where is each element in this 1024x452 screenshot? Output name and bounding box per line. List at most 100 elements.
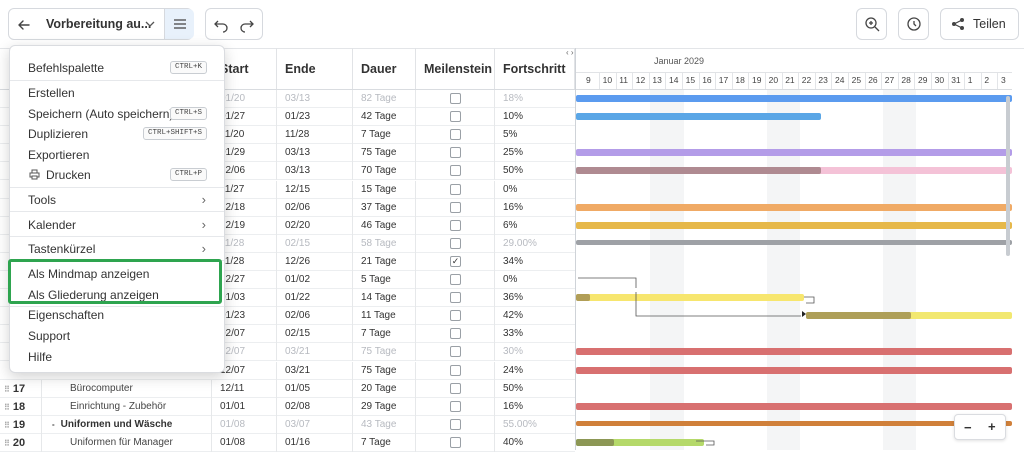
progress-cell[interactable]: 40%: [495, 434, 575, 452]
task-name-cell[interactable]: Bürocomputer: [42, 380, 212, 398]
progress-cell[interactable]: 6%: [495, 217, 575, 235]
duration-cell[interactable]: 75 Tage: [353, 362, 416, 380]
chevron-down-icon[interactable]: [143, 17, 157, 31]
start-cell[interactable]: 12/11: [212, 380, 277, 398]
menu-item-properties[interactable]: Eigenschaften: [28, 308, 104, 322]
end-cell[interactable]: 03/13: [277, 144, 353, 162]
end-cell[interactable]: 12/26: [277, 253, 353, 271]
duration-cell[interactable]: 37 Tage: [353, 199, 416, 217]
end-cell[interactable]: 01/05: [277, 380, 353, 398]
duration-cell[interactable]: 42 Tage: [353, 108, 416, 126]
task-name-cell[interactable]: Uniformen für Manager: [42, 434, 212, 452]
duration-cell[interactable]: 29 Tage: [353, 398, 416, 416]
progress-cell[interactable]: 50%: [495, 380, 575, 398]
menu-item-support[interactable]: Support: [28, 329, 70, 343]
zoom-out-button[interactable]: −: [964, 420, 972, 435]
drag-handle-icon[interactable]: ⠿: [4, 439, 10, 448]
progress-cell[interactable]: 0%: [495, 181, 575, 199]
task-name-cell[interactable]: - Uniformen und Wäsche: [42, 416, 212, 434]
start-cell[interactable]: 01/08: [212, 416, 277, 434]
progress-cell[interactable]: 0%: [495, 271, 575, 289]
project-title[interactable]: Vorbereitung au...: [46, 17, 151, 31]
table-row[interactable]: ⠿ 17 Bürocomputer 12/11 01/05 20 Tage 50%: [0, 380, 575, 398]
progress-cell[interactable]: 33%: [495, 325, 575, 343]
milestone-checkbox[interactable]: [450, 147, 461, 158]
progress-cell[interactable]: 29.00%: [495, 235, 575, 253]
history-button[interactable]: [898, 8, 929, 40]
share-button[interactable]: Teilen: [940, 8, 1019, 40]
menu-item-save[interactable]: Speichern (Auto speichern): [28, 107, 173, 121]
milestone-checkbox[interactable]: [450, 346, 461, 357]
progress-cell[interactable]: 55.00%: [495, 416, 575, 434]
column-header-end[interactable]: Ende: [277, 48, 353, 89]
milestone-checkbox[interactable]: [450, 310, 461, 321]
progress-cell[interactable]: 16%: [495, 199, 575, 217]
menu-item-duplicate[interactable]: Duplizieren: [28, 127, 88, 141]
duration-cell[interactable]: 7 Tage: [353, 325, 416, 343]
collapse-toggle-icon[interactable]: -: [52, 420, 55, 429]
end-cell[interactable]: 12/15: [277, 181, 353, 199]
milestone-checkbox[interactable]: ✓: [450, 256, 461, 267]
duration-cell[interactable]: 75 Tage: [353, 343, 416, 361]
milestone-checkbox[interactable]: [450, 165, 461, 176]
milestone-checkbox[interactable]: [450, 111, 461, 122]
menu-item-shortcuts[interactable]: Tastenkürzel: [28, 242, 95, 256]
menu-item-export[interactable]: Exportieren: [28, 148, 89, 162]
menu-item-tools[interactable]: Tools: [28, 193, 56, 207]
duration-cell[interactable]: 7 Tage: [353, 126, 416, 144]
duration-cell[interactable]: 43 Tage: [353, 416, 416, 434]
end-cell[interactable]: 02/15: [277, 235, 353, 253]
undo-icon[interactable]: [212, 16, 230, 34]
duration-cell[interactable]: 14 Tage: [353, 289, 416, 307]
column-header-milestone[interactable]: Meilenstein: [416, 48, 495, 89]
duration-cell[interactable]: 20 Tage: [353, 380, 416, 398]
progress-cell[interactable]: 50%: [495, 162, 575, 180]
duration-cell[interactable]: 15 Tage: [353, 181, 416, 199]
zoom-in-button[interactable]: +: [988, 419, 996, 434]
duration-cell[interactable]: 11 Tage: [353, 307, 416, 325]
milestone-checkbox[interactable]: [450, 292, 461, 303]
menu-item-create[interactable]: Erstellen: [28, 86, 75, 100]
collapse-arrows-icon[interactable]: ‹ ›: [566, 48, 574, 57]
milestone-checkbox[interactable]: [450, 274, 461, 285]
hamburger-icon[interactable]: [164, 9, 194, 39]
duration-cell[interactable]: 70 Tage: [353, 162, 416, 180]
zoom-fit-button[interactable]: [856, 8, 887, 40]
progress-cell[interactable]: 24%: [495, 362, 575, 380]
progress-cell[interactable]: 16%: [495, 398, 575, 416]
gantt-scrollbar[interactable]: [1006, 96, 1010, 256]
menu-item-outline[interactable]: Als Gliederung anzeigen: [28, 288, 159, 302]
duration-cell[interactable]: 5 Tage: [353, 271, 416, 289]
milestone-checkbox[interactable]: [450, 238, 461, 249]
milestone-checkbox[interactable]: [450, 93, 461, 104]
progress-cell[interactable]: 5%: [495, 126, 575, 144]
table-row[interactable]: ⠿ 19- Uniformen und Wäsche 01/08 03/07 43 Tag…: [0, 416, 575, 434]
end-cell[interactable]: 02/20: [277, 217, 353, 235]
progress-cell[interactable]: 30%: [495, 343, 575, 361]
drag-handle-icon[interactable]: ⠿: [4, 403, 10, 412]
drag-handle-icon[interactable]: ⠿: [4, 421, 10, 430]
duration-cell[interactable]: 46 Tage: [353, 217, 416, 235]
end-cell[interactable]: 11/28: [277, 126, 353, 144]
end-cell[interactable]: 03/21: [277, 362, 353, 380]
duration-cell[interactable]: 75 Tage: [353, 144, 416, 162]
redo-icon[interactable]: [238, 16, 256, 34]
milestone-checkbox[interactable]: [450, 129, 461, 140]
end-cell[interactable]: 03/07: [277, 416, 353, 434]
milestone-checkbox[interactable]: [450, 401, 461, 412]
column-header-duration[interactable]: Dauer: [353, 48, 416, 89]
end-cell[interactable]: 03/13: [277, 90, 353, 108]
end-cell[interactable]: 02/08: [277, 398, 353, 416]
milestone-checkbox[interactable]: [450, 437, 461, 448]
table-row[interactable]: ⠿ 20 Uniformen für Manager 01/08 01/16 7 Tage…: [0, 434, 575, 452]
end-cell[interactable]: 03/13: [277, 162, 353, 180]
progress-cell[interactable]: 10%: [495, 108, 575, 126]
progress-cell[interactable]: 42%: [495, 307, 575, 325]
arrow-left-icon[interactable]: [15, 16, 33, 34]
duration-cell[interactable]: 58 Tage: [353, 235, 416, 253]
column-header-progress[interactable]: Fortschritt: [495, 48, 575, 89]
progress-cell[interactable]: 25%: [495, 144, 575, 162]
end-cell[interactable]: 02/15: [277, 325, 353, 343]
duration-cell[interactable]: 7 Tage: [353, 434, 416, 452]
start-cell[interactable]: 01/08: [212, 434, 277, 452]
